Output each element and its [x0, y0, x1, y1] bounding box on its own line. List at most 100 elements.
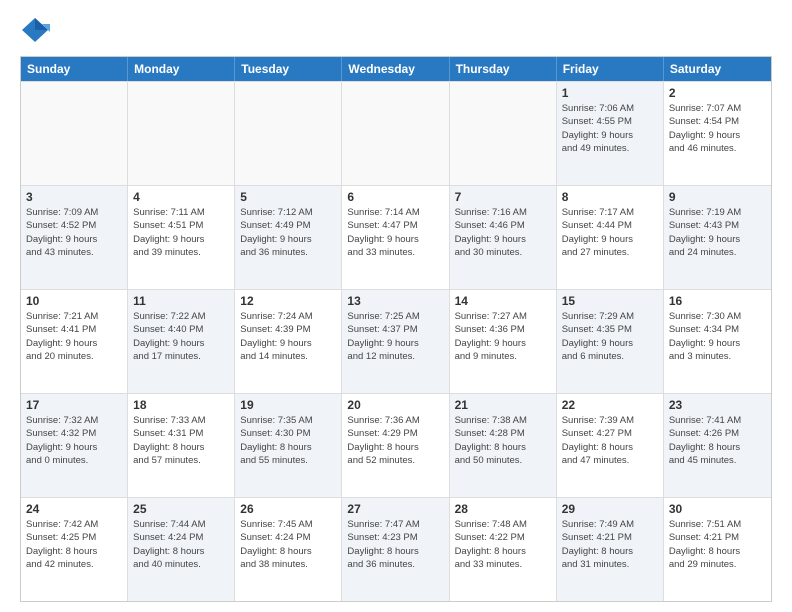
page: SundayMondayTuesdayWednesdayThursdayFrid… — [0, 0, 792, 612]
day-number: 5 — [240, 190, 336, 204]
day-number: 30 — [669, 502, 766, 516]
day-info: Sunrise: 7:47 AM Sunset: 4:23 PM Dayligh… — [347, 518, 443, 571]
day-number: 20 — [347, 398, 443, 412]
day-info: Sunrise: 7:19 AM Sunset: 4:43 PM Dayligh… — [669, 206, 766, 259]
day-info: Sunrise: 7:32 AM Sunset: 4:32 PM Dayligh… — [26, 414, 122, 467]
calendar-cell — [342, 82, 449, 185]
calendar-cell: 11 Sunrise: 7:22 AM Sunset: 4:40 PM Dayli… — [128, 290, 235, 393]
calendar-cell — [21, 82, 128, 185]
calendar-header-cell: Sunday — [21, 57, 128, 81]
calendar-cell: 26 Sunrise: 7:45 AM Sunset: 4:24 PM Dayli… — [235, 498, 342, 601]
day-number: 15 — [562, 294, 658, 308]
calendar-cell: 19 Sunrise: 7:35 AM Sunset: 4:30 PM Dayli… — [235, 394, 342, 497]
calendar-cell: 18 Sunrise: 7:33 AM Sunset: 4:31 PM Dayli… — [128, 394, 235, 497]
day-info: Sunrise: 7:29 AM Sunset: 4:35 PM Dayligh… — [562, 310, 658, 363]
calendar-header-cell: Wednesday — [342, 57, 449, 81]
day-number: 23 — [669, 398, 766, 412]
day-number: 24 — [26, 502, 122, 516]
calendar-cell: 13 Sunrise: 7:25 AM Sunset: 4:37 PM Dayli… — [342, 290, 449, 393]
calendar-header-cell: Saturday — [664, 57, 771, 81]
day-info: Sunrise: 7:07 AM Sunset: 4:54 PM Dayligh… — [669, 102, 766, 155]
day-number: 22 — [562, 398, 658, 412]
calendar-row: 3 Sunrise: 7:09 AM Sunset: 4:52 PM Daylig… — [21, 185, 771, 289]
day-info: Sunrise: 7:44 AM Sunset: 4:24 PM Dayligh… — [133, 518, 229, 571]
calendar-header: SundayMondayTuesdayWednesdayThursdayFrid… — [21, 57, 771, 81]
calendar-cell: 25 Sunrise: 7:44 AM Sunset: 4:24 PM Dayli… — [128, 498, 235, 601]
calendar-cell — [450, 82, 557, 185]
day-number: 16 — [669, 294, 766, 308]
calendar-cell: 4 Sunrise: 7:11 AM Sunset: 4:51 PM Daylig… — [128, 186, 235, 289]
day-info: Sunrise: 7:22 AM Sunset: 4:40 PM Dayligh… — [133, 310, 229, 363]
day-info: Sunrise: 7:51 AM Sunset: 4:21 PM Dayligh… — [669, 518, 766, 571]
day-number: 6 — [347, 190, 443, 204]
day-number: 17 — [26, 398, 122, 412]
day-number: 8 — [562, 190, 658, 204]
calendar-header-cell: Monday — [128, 57, 235, 81]
day-info: Sunrise: 7:24 AM Sunset: 4:39 PM Dayligh… — [240, 310, 336, 363]
day-info: Sunrise: 7:14 AM Sunset: 4:47 PM Dayligh… — [347, 206, 443, 259]
calendar-row: 17 Sunrise: 7:32 AM Sunset: 4:32 PM Dayli… — [21, 393, 771, 497]
calendar-cell: 7Sunrise: 7:16 AM Sunset: 4:46 PM Daylig… — [450, 186, 557, 289]
day-info: Sunrise: 7:38 AM Sunset: 4:28 PM Dayligh… — [455, 414, 551, 467]
day-number: 4 — [133, 190, 229, 204]
calendar-cell — [235, 82, 342, 185]
calendar-cell: 14 Sunrise: 7:27 AM Sunset: 4:36 PM Dayli… — [450, 290, 557, 393]
day-info: Sunrise: 7:48 AM Sunset: 4:22 PM Dayligh… — [455, 518, 551, 571]
day-info: Sunrise: 7:06 AM Sunset: 4:55 PM Dayligh… — [562, 102, 658, 155]
calendar-row: 10Sunrise: 7:21 AM Sunset: 4:41 PM Dayli… — [21, 289, 771, 393]
day-number: 11 — [133, 294, 229, 308]
day-info: Sunrise: 7:30 AM Sunset: 4:34 PM Dayligh… — [669, 310, 766, 363]
calendar-cell: 21 Sunrise: 7:38 AM Sunset: 4:28 PM Dayli… — [450, 394, 557, 497]
day-number: 13 — [347, 294, 443, 308]
day-info: Sunrise: 7:11 AM Sunset: 4:51 PM Dayligh… — [133, 206, 229, 259]
day-info: Sunrise: 7:33 AM Sunset: 4:31 PM Dayligh… — [133, 414, 229, 467]
day-number: 21 — [455, 398, 551, 412]
day-info: Sunrise: 7:09 AM Sunset: 4:52 PM Dayligh… — [26, 206, 122, 259]
day-number: 26 — [240, 502, 336, 516]
calendar-cell: 9 Sunrise: 7:19 AM Sunset: 4:43 PM Daylig… — [664, 186, 771, 289]
calendar-row: 1 Sunrise: 7:06 AM Sunset: 4:55 PM Daylig… — [21, 81, 771, 185]
day-info: Sunrise: 7:41 AM Sunset: 4:26 PM Dayligh… — [669, 414, 766, 467]
calendar-cell: 29Sunrise: 7:49 AM Sunset: 4:21 PM Dayli… — [557, 498, 664, 601]
day-number: 2 — [669, 86, 766, 100]
calendar-cell: 6 Sunrise: 7:14 AM Sunset: 4:47 PM Daylig… — [342, 186, 449, 289]
logo — [20, 16, 54, 46]
calendar-cell: 27Sunrise: 7:47 AM Sunset: 4:23 PM Dayli… — [342, 498, 449, 601]
logo-icon — [20, 16, 50, 46]
calendar-cell: 15 Sunrise: 7:29 AM Sunset: 4:35 PM Dayli… — [557, 290, 664, 393]
calendar-cell: 1 Sunrise: 7:06 AM Sunset: 4:55 PM Daylig… — [557, 82, 664, 185]
day-info: Sunrise: 7:12 AM Sunset: 4:49 PM Dayligh… — [240, 206, 336, 259]
day-number: 25 — [133, 502, 229, 516]
calendar-cell: 3 Sunrise: 7:09 AM Sunset: 4:52 PM Daylig… — [21, 186, 128, 289]
calendar-body: 1 Sunrise: 7:06 AM Sunset: 4:55 PM Daylig… — [21, 81, 771, 601]
header — [20, 16, 772, 46]
calendar-cell: 16 Sunrise: 7:30 AM Sunset: 4:34 PM Dayli… — [664, 290, 771, 393]
calendar-header-cell: Friday — [557, 57, 664, 81]
calendar-cell: 28 Sunrise: 7:48 AM Sunset: 4:22 PM Dayli… — [450, 498, 557, 601]
day-number: 12 — [240, 294, 336, 308]
day-number: 14 — [455, 294, 551, 308]
day-info: Sunrise: 7:39 AM Sunset: 4:27 PM Dayligh… — [562, 414, 658, 467]
day-info: Sunrise: 7:25 AM Sunset: 4:37 PM Dayligh… — [347, 310, 443, 363]
calendar-header-cell: Tuesday — [235, 57, 342, 81]
day-number: 10 — [26, 294, 122, 308]
calendar-header-cell: Thursday — [450, 57, 557, 81]
day-info: Sunrise: 7:45 AM Sunset: 4:24 PM Dayligh… — [240, 518, 336, 571]
calendar-cell: 10Sunrise: 7:21 AM Sunset: 4:41 PM Dayli… — [21, 290, 128, 393]
day-info: Sunrise: 7:27 AM Sunset: 4:36 PM Dayligh… — [455, 310, 551, 363]
calendar-cell — [128, 82, 235, 185]
calendar-cell: 5 Sunrise: 7:12 AM Sunset: 4:49 PM Daylig… — [235, 186, 342, 289]
day-number: 3 — [26, 190, 122, 204]
day-info: Sunrise: 7:36 AM Sunset: 4:29 PM Dayligh… — [347, 414, 443, 467]
day-info: Sunrise: 7:35 AM Sunset: 4:30 PM Dayligh… — [240, 414, 336, 467]
day-info: Sunrise: 7:17 AM Sunset: 4:44 PM Dayligh… — [562, 206, 658, 259]
day-number: 18 — [133, 398, 229, 412]
calendar-cell: 20 Sunrise: 7:36 AM Sunset: 4:29 PM Dayli… — [342, 394, 449, 497]
day-number: 1 — [562, 86, 658, 100]
day-number: 19 — [240, 398, 336, 412]
day-number: 7 — [455, 190, 551, 204]
day-number: 28 — [455, 502, 551, 516]
day-number: 9 — [669, 190, 766, 204]
calendar-cell: 17 Sunrise: 7:32 AM Sunset: 4:32 PM Dayli… — [21, 394, 128, 497]
calendar-cell: 22 Sunrise: 7:39 AM Sunset: 4:27 PM Dayli… — [557, 394, 664, 497]
